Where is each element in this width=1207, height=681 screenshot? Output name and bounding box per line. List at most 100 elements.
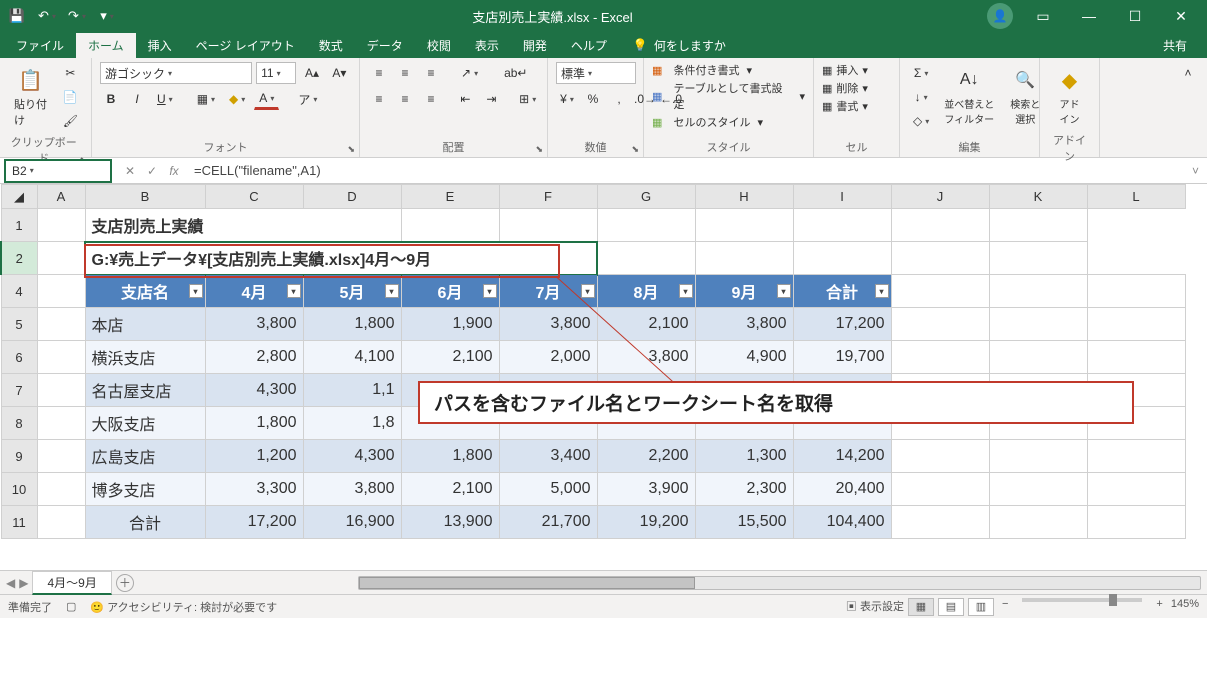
table-cell[interactable]: 3,400 — [499, 440, 597, 473]
table-cell[interactable]: 17,200 — [793, 308, 891, 341]
table-cell[interactable]: 2,100 — [597, 308, 695, 341]
format-cells-button[interactable]: ▦ 書式 ▾ — [822, 98, 891, 114]
format-painter-icon[interactable]: 🖌 — [58, 110, 83, 132]
macro-record-icon[interactable]: ▢ — [66, 600, 76, 613]
table-cell[interactable]: 16,900 — [303, 506, 401, 539]
col-header[interactable]: I — [793, 185, 891, 209]
table-cell[interactable]: 1,1 — [303, 374, 401, 407]
horizontal-scrollbar[interactable] — [358, 576, 1201, 590]
cut-icon[interactable]: ✂ — [58, 62, 83, 84]
col-header[interactable]: F — [499, 185, 597, 209]
col-header[interactable]: L — [1087, 185, 1185, 209]
table-cell[interactable]: 3,800 — [499, 308, 597, 341]
fill-color-icon[interactable]: ◆ — [224, 88, 250, 110]
tab-view[interactable]: 表示 — [463, 33, 511, 58]
add-sheet-icon[interactable]: ＋ — [116, 574, 134, 592]
share-button[interactable]: 共有 — [1155, 35, 1195, 56]
table-cell[interactable]: 3,800 — [303, 473, 401, 506]
display-settings[interactable]: ▣ 表示設定 — [846, 598, 904, 616]
row-header[interactable]: 2 — [1, 242, 37, 275]
col-header[interactable]: A — [37, 185, 85, 209]
account-icon[interactable]: 👤 — [987, 3, 1013, 29]
tab-home[interactable]: ホーム — [76, 33, 136, 58]
font-dialog-icon[interactable]: ⬊ — [347, 144, 355, 155]
undo-icon[interactable]: ↶ — [36, 5, 58, 27]
decrease-indent-icon[interactable]: ⇤ — [454, 88, 476, 110]
col-header[interactable]: E — [401, 185, 499, 209]
row-header[interactable]: 6 — [1, 341, 37, 374]
table-cell[interactable]: 名古屋支店 — [85, 374, 205, 407]
table-cell[interactable]: 1,8 — [303, 407, 401, 440]
select-all-cell[interactable]: ◢ — [1, 185, 37, 209]
filter-icon[interactable]: ▾ — [385, 284, 399, 298]
cancel-formula-icon[interactable]: ✕ — [120, 164, 140, 178]
row-header[interactable]: 10 — [1, 473, 37, 506]
decrease-font-icon[interactable]: A▾ — [328, 62, 351, 84]
zoom-out-icon[interactable]: − — [998, 598, 1012, 616]
collapse-ribbon-icon[interactable]: ˄ — [1177, 62, 1199, 84]
bold-button[interactable]: B — [100, 88, 122, 110]
tab-data[interactable]: データ — [355, 33, 415, 58]
col-header[interactable]: K — [989, 185, 1087, 209]
filter-icon[interactable]: ▾ — [483, 284, 497, 298]
table-cell[interactable]: 3,300 — [205, 473, 303, 506]
table-cell[interactable]: 1,800 — [205, 407, 303, 440]
orientation-icon[interactable]: ↗ — [456, 62, 483, 84]
row-header[interactable]: 4 — [1, 275, 37, 308]
font-size-select[interactable]: 11 — [256, 62, 296, 84]
tab-formulas[interactable]: 数式 — [307, 33, 355, 58]
italic-button[interactable]: I — [126, 88, 148, 110]
align-center-icon[interactable]: ≡ — [394, 88, 416, 110]
table-header[interactable]: 8月▾ — [597, 275, 695, 308]
fill-icon[interactable]: ↓ — [908, 86, 934, 108]
table-cell[interactable]: 本店 — [85, 308, 205, 341]
table-cell[interactable]: 1,800 — [401, 440, 499, 473]
col-header[interactable]: B — [85, 185, 205, 209]
underline-button[interactable]: U — [152, 88, 178, 110]
close-icon[interactable]: ✕ — [1161, 2, 1201, 30]
format-as-table-button[interactable]: ▦ テーブルとして書式設定 ▾ — [652, 80, 805, 112]
table-cell[interactable]: 3,800 — [695, 308, 793, 341]
row-header[interactable]: 1 — [1, 209, 37, 242]
increase-indent-icon[interactable]: ⇥ — [480, 88, 502, 110]
fx-icon[interactable]: fx — [164, 164, 184, 178]
sort-filter-button[interactable]: A↓ 並べ替えと フィルター — [938, 62, 1000, 130]
row-header[interactable]: 8 — [1, 407, 37, 440]
merge-center-icon[interactable]: ⊞ — [516, 88, 539, 110]
save-icon[interactable]: 💾 — [6, 5, 28, 27]
table-cell[interactable]: 5,000 — [499, 473, 597, 506]
filter-icon[interactable]: ▾ — [581, 284, 595, 298]
delete-cells-button[interactable]: ▦ 削除 ▾ — [822, 80, 891, 96]
table-cell[interactable]: 2,200 — [597, 440, 695, 473]
filter-icon[interactable]: ▾ — [679, 284, 693, 298]
table-header[interactable]: 9月▾ — [695, 275, 793, 308]
col-header[interactable]: C — [205, 185, 303, 209]
table-cell[interactable]: 21,700 — [499, 506, 597, 539]
formula-input[interactable]: =CELL("filename",A1) — [188, 163, 1184, 178]
clear-icon[interactable]: ◇ — [908, 110, 934, 132]
row-header[interactable]: 9 — [1, 440, 37, 473]
filter-icon[interactable]: ▾ — [287, 284, 301, 298]
table-cell[interactable]: 2,100 — [401, 473, 499, 506]
minimize-icon[interactable]: — — [1069, 2, 1109, 30]
cell-styles-button[interactable]: ▦ セルのスタイル ▾ — [652, 114, 805, 130]
row-header[interactable]: 5 — [1, 308, 37, 341]
font-name-select[interactable]: 游ゴシック — [100, 62, 252, 84]
filter-icon[interactable]: ▾ — [189, 284, 203, 298]
currency-icon[interactable]: ¥ — [556, 88, 578, 110]
tab-help[interactable]: ヘルプ — [559, 33, 619, 58]
accessibility-status[interactable]: 🙂 アクセシビリティ: 検討が必要です — [90, 599, 277, 615]
copy-icon[interactable]: 📄 — [58, 86, 83, 108]
table-cell[interactable]: 20,400 — [793, 473, 891, 506]
table-cell[interactable]: 大阪支店 — [85, 407, 205, 440]
table-cell[interactable]: 104,400 — [793, 506, 891, 539]
table-cell[interactable]: 1,900 — [401, 308, 499, 341]
zoom-level[interactable]: 145% — [1171, 598, 1199, 616]
insert-cells-button[interactable]: ▦ 挿入 ▾ — [822, 62, 891, 78]
tab-file[interactable]: ファイル — [4, 33, 76, 58]
table-cell[interactable]: 1,800 — [303, 308, 401, 341]
table-header[interactable]: 支店名▾ — [85, 275, 205, 308]
tab-page-layout[interactable]: ページ レイアウト — [184, 33, 307, 58]
enter-formula-icon[interactable]: ✓ — [142, 164, 162, 178]
table-cell[interactable]: 3,900 — [597, 473, 695, 506]
